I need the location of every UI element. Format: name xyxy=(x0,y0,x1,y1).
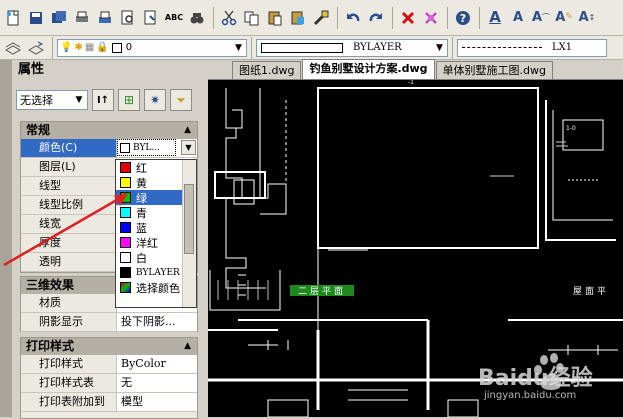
baidu-watermark: Baidu经验 jingyan.baidu.com xyxy=(478,350,620,410)
watermark-url: jingyan.baidu.com xyxy=(484,390,577,401)
watermark-brand: Baidu经验 xyxy=(478,366,593,391)
